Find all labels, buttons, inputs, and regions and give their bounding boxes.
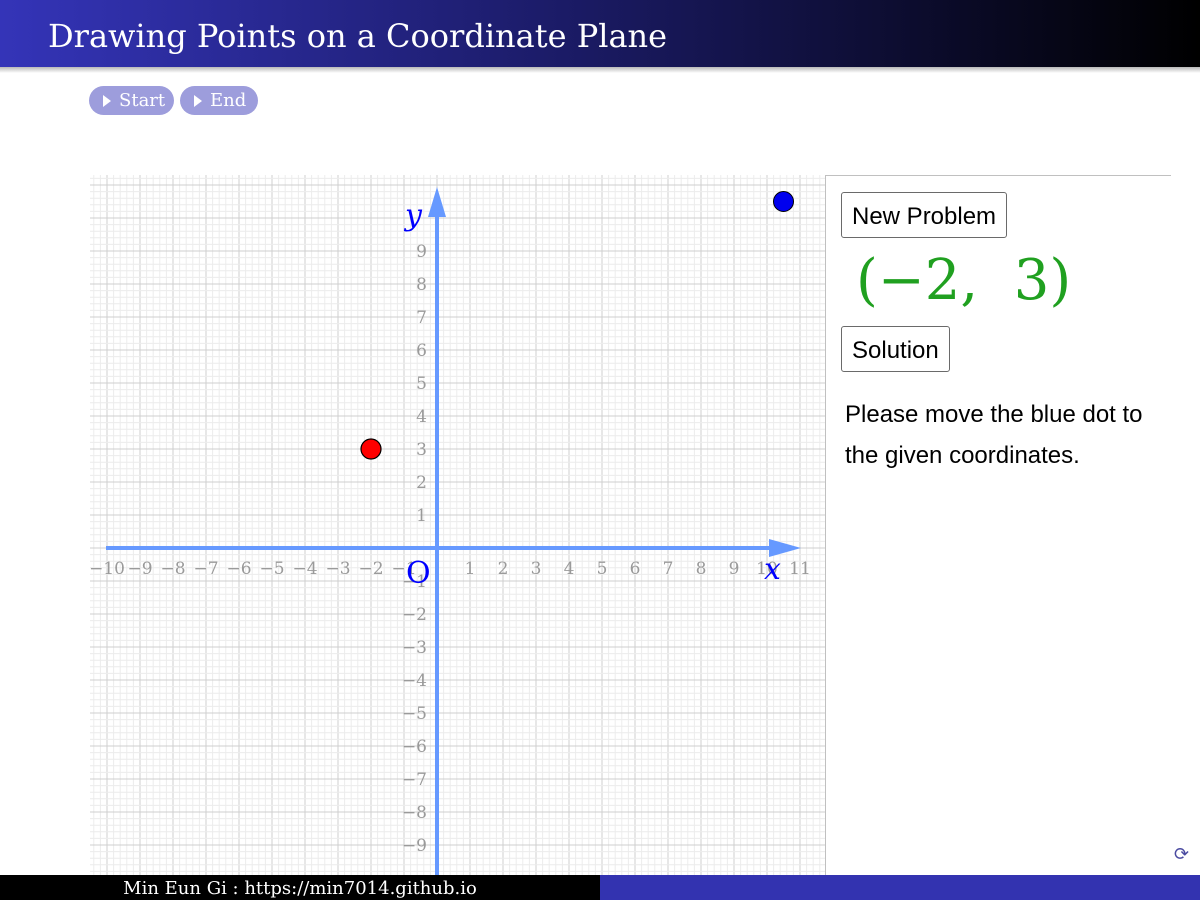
x-tick-label: 8 (696, 559, 707, 579)
x-tick-label: −2 (358, 559, 383, 579)
y-tick-label: 8 (416, 275, 427, 295)
y-tick-label: −3 (402, 638, 427, 658)
y-tick-label: 9 (416, 242, 427, 262)
footer-bar (600, 875, 1200, 900)
x-tick-label: −8 (160, 559, 185, 579)
x-tick-label: −6 (226, 559, 251, 579)
y-tick-label: −5 (402, 704, 427, 724)
x-tick-label: −7 (193, 559, 218, 579)
footer-credit: Min Eun Gi : https://min7014.github.io (0, 875, 600, 900)
y-tick-label: 3 (416, 440, 427, 460)
y-tick-label: 5 (416, 374, 427, 394)
x-tick-label: 3 (531, 559, 542, 579)
title-shadow (0, 67, 1200, 73)
refresh-icon[interactable]: ⟳ (1174, 844, 1196, 866)
x-tick-label: 6 (630, 559, 641, 579)
start-button-label: Start (119, 90, 166, 111)
play-icon (194, 94, 202, 107)
x-tick-label: 5 (597, 559, 608, 579)
x-axis-label: x (764, 552, 781, 587)
y-tick-label: 6 (416, 341, 427, 361)
x-tick-label: 1 (465, 559, 476, 579)
x-tick-label: −5 (259, 559, 284, 579)
y-tick-label: −6 (402, 737, 427, 757)
play-icon (103, 94, 111, 107)
x-tick-label: −9 (127, 559, 152, 579)
start-button[interactable]: Start (89, 86, 174, 115)
y-tick-label: 1 (416, 506, 427, 526)
y-tick-label: −9 (402, 836, 427, 856)
y-tick-label: −2 (402, 605, 427, 625)
y-tick-label: 7 (416, 308, 427, 328)
page-title: Drawing Points on a Coordinate Plane (48, 17, 668, 55)
y-tick-label: −7 (402, 770, 427, 790)
y-axis-label: y (403, 198, 423, 233)
side-panel: New Problem (−2, 3) Solution Please move… (825, 175, 1171, 876)
x-tick-label: −3 (325, 559, 350, 579)
x-tick-label: 9 (729, 559, 740, 579)
instruction-text: Please move the blue dot to the given co… (845, 401, 1143, 469)
title-bar: Drawing Points on a Coordinate Plane (0, 0, 1200, 67)
x-tick-label: −4 (292, 559, 317, 579)
footer: Min Eun Gi : https://min7014.github.io (0, 875, 1200, 900)
target-coordinates: (−2, 3) (856, 248, 1072, 313)
draggable-blue-point[interactable] (773, 191, 794, 212)
grid (90, 175, 825, 875)
target-red-point (360, 438, 382, 460)
y-tick-label: 2 (416, 473, 427, 493)
y-tick-label: −8 (402, 803, 427, 823)
origin-label: O (406, 556, 431, 591)
new-problem-button[interactable]: New Problem (841, 192, 1008, 238)
x-tick-label: −10 (90, 559, 125, 579)
end-button-label: End (210, 90, 247, 111)
x-tick-label: 11 (789, 559, 811, 579)
coordinate-plane-svg[interactable]: −10 −9 −8 −7 −6 −5 −4 −3 −2 −1 1 2 3 4 5 6 7 8 9 10 11 98765… (90, 175, 825, 875)
end-button[interactable]: End (180, 86, 258, 115)
solution-button[interactable]: Solution (841, 326, 950, 372)
x-tick-label: 2 (498, 559, 509, 579)
coordinate-plane[interactable]: −10 −9 −8 −7 −6 −5 −4 −3 −2 −1 1 2 3 4 5 6 7 8 9 10 11 98765… (90, 175, 825, 875)
x-tick-label: 4 (564, 559, 575, 579)
y-tick-label: 4 (416, 407, 427, 427)
y-tick-label: −4 (402, 671, 427, 691)
x-tick-label: 7 (663, 559, 674, 579)
